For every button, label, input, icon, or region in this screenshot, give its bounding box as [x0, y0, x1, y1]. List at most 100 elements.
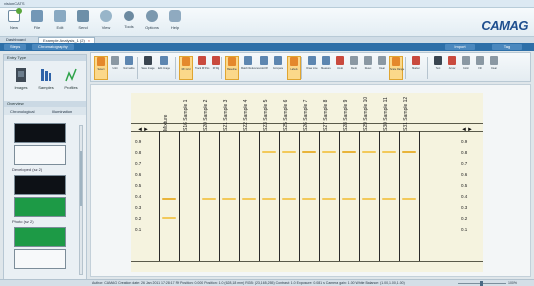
toolbar-button[interactable]: Measure [319, 56, 333, 80]
new-button[interactable]: New [3, 8, 25, 34]
toolbar-button[interactable]: Clear [375, 56, 389, 80]
toolbar-button[interactable]: Normalize [122, 56, 136, 80]
toolbar-button[interactable]: Uniti [108, 56, 122, 80]
toolbar-button[interactable]: Color [459, 56, 473, 80]
entry-type-profiles[interactable]: Profiles [59, 67, 83, 90]
rf-tick-label: 0.2 [461, 216, 468, 221]
toolbar-button[interactable]: Save Image [141, 56, 155, 80]
toolbar-button[interactable]: Fill [473, 56, 487, 80]
toolbar-icon [336, 56, 344, 65]
toolbar-icon [160, 56, 168, 65]
lane-separator [159, 131, 160, 261]
lane-label-text: S27 Sample 8 [323, 99, 329, 131]
zoom-slider[interactable] [458, 281, 506, 286]
toolbar-button[interactable]: Baseline [225, 56, 239, 80]
lane-separator [299, 131, 300, 261]
scrollbar-thumb[interactable] [80, 151, 82, 206]
thumbnail-list: Developed (sz 2) Photo (sz 2) [4, 115, 86, 282]
file-button[interactable]: File [26, 10, 48, 34]
crumb-steps[interactable]: Steps [4, 44, 27, 50]
tag-button[interactable]: Tag [492, 44, 522, 50]
thumbnail-image[interactable] [14, 249, 66, 269]
toolbar-button[interactable]: Scale Range [389, 56, 404, 80]
sample-band [342, 151, 356, 153]
entry-type-samples[interactable]: Samples [34, 67, 58, 90]
toolbar-button-label: Redo [351, 67, 357, 70]
thumbnail-image[interactable] [14, 227, 66, 247]
toolbar-button[interactable]: Reset [361, 56, 375, 80]
view-icon [100, 10, 112, 22]
solvent-front-line [131, 131, 483, 132]
toolbar-button[interactable]: Add Rf [257, 56, 271, 80]
toolbar-button-label: Compare [272, 67, 284, 70]
thumbnail-image[interactable] [14, 145, 66, 165]
lane-label-text: S25 Sample 6 [283, 99, 289, 131]
toolbar-button[interactable]: Match Reference [241, 56, 261, 80]
toolbar-button-label: Fill [478, 67, 482, 70]
toolbar-icon [274, 56, 282, 65]
lane-label-text: S21 Sample 3 [223, 99, 229, 131]
options-button[interactable]: Options [141, 10, 163, 34]
sample-band [222, 198, 236, 200]
lane-separator [219, 131, 220, 261]
lane-label-text: S16 Sample 1 [183, 99, 189, 131]
lane-label-text: S23 Sample 5 [263, 99, 269, 131]
toolbar-button-label: Select [97, 68, 105, 71]
toolbar-button[interactable]: Marker [409, 56, 423, 80]
toolbar-icon [144, 56, 152, 65]
toolbar-icon [182, 57, 190, 66]
toolbar-button[interactable]: RF Grid [179, 56, 193, 80]
edit-button[interactable]: Edit [49, 10, 71, 34]
tools-button[interactable]: Tools [118, 10, 140, 34]
help-button[interactable]: Help [164, 10, 186, 34]
lane-label: S30 Sample 11 [381, 97, 399, 131]
zoom-value: 100% [508, 281, 517, 285]
toolbar-button[interactable]: Draw Line [305, 56, 319, 80]
toolbar-button-label: Add Rf [260, 67, 268, 70]
sample-band [342, 198, 356, 200]
toolbar-button[interactable]: Redo [347, 56, 361, 80]
toolbar-button[interactable]: Text [431, 56, 445, 80]
navigation-bar: Steps Chromatography Import Tag [0, 43, 534, 51]
toolbar-button[interactable]: Clear [487, 56, 501, 80]
toolbar-button[interactable]: Labels [287, 56, 301, 80]
plate-handle-arrow[interactable]: ◄► [461, 127, 473, 133]
thumbnail-image[interactable] [14, 197, 66, 217]
toolbar-button[interactable]: Select [94, 56, 108, 80]
overview-tabs: Chronological Illumination [4, 107, 86, 115]
image-workspace: Mixture S16 Sample 1 S20 Sample 2 S21 Sampl… [90, 84, 531, 277]
toolbar-button-label: Normalize [123, 67, 135, 70]
tab-chronological[interactable]: Chronological [10, 109, 34, 114]
entry-type-images[interactable]: Images [9, 67, 33, 90]
toolbar-icon [322, 56, 330, 65]
send-button[interactable]: Send [72, 10, 94, 34]
thumbnail-image[interactable] [14, 175, 66, 195]
toolbar-button-label: Save Image [141, 67, 155, 70]
toolbar-separator [405, 57, 406, 79]
thumbnail-image[interactable] [14, 123, 66, 143]
zoom-slider-knob[interactable] [480, 281, 483, 286]
crumb-chromatography[interactable]: Chromatography [32, 44, 74, 50]
toolbar-icon [308, 56, 316, 65]
sample-band [262, 198, 276, 200]
import-button[interactable]: Import [445, 44, 475, 50]
toolbar-button[interactable]: Undo [333, 56, 347, 80]
toolbar-button-label: Match Reference [241, 67, 261, 70]
sample-band [282, 151, 296, 153]
sample-band [362, 151, 376, 153]
view-button[interactable]: View [95, 10, 117, 34]
sample-band [322, 198, 336, 200]
toolbar-button[interactable]: Edit Image [157, 56, 171, 80]
toolbar-button-label: Text [435, 67, 441, 70]
toolbar-button[interactable]: Compare [271, 56, 285, 80]
tab-illumination[interactable]: Illumination [52, 109, 72, 114]
toolbar-icon [490, 56, 498, 65]
toolbar-button[interactable]: Track Rf Pos [195, 56, 209, 80]
lane-label-text: S28 Sample 9 [343, 99, 349, 131]
toolbar-icon [97, 57, 105, 66]
toolbar-button[interactable]: Arrow [445, 56, 459, 80]
overview-scrollbar[interactable] [79, 125, 83, 275]
plate-handle-arrow[interactable]: ◄► [137, 127, 149, 133]
lane-label: S31 Sample 12 [401, 97, 419, 131]
rf-tick-label: 0.3 [461, 205, 468, 210]
